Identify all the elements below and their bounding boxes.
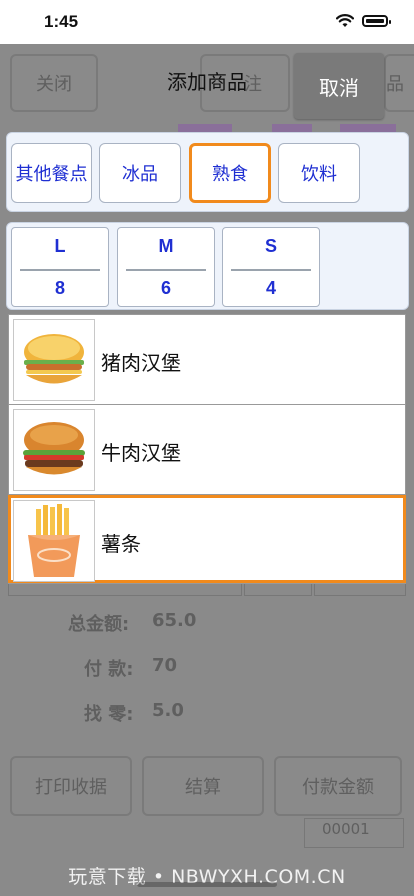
total-value: 65.0 — [152, 610, 197, 631]
size-price: 6 — [160, 278, 171, 298]
change-label: 找 零: — [84, 704, 134, 725]
total-label: 总金额: — [68, 614, 130, 635]
payment-value: 70 — [152, 655, 178, 676]
bg-obscured-text: 00001 — [322, 820, 370, 838]
size-label: L — [54, 236, 66, 256]
size-divider — [231, 269, 311, 271]
payment-label: 付 款: — [84, 659, 134, 680]
size-label: M — [158, 236, 174, 256]
category-cooked-food[interactable]: 熟食 — [189, 143, 271, 203]
beef-burger-icon — [13, 409, 95, 491]
size-panel: L 8 M 6 S 4 — [6, 222, 409, 310]
product-list: 猪肉汉堡 牛肉汉堡 薯条 — [8, 314, 406, 584]
bg-table-cell — [244, 584, 312, 596]
pork-burger-icon — [13, 319, 95, 401]
size-divider — [20, 269, 100, 271]
product-name: 牛肉汉堡 — [101, 441, 181, 465]
size-option-m[interactable]: M 6 — [117, 227, 215, 307]
category-other-meals[interactable]: 其他餐点 — [11, 143, 92, 203]
category-ice[interactable]: 冰品 — [99, 143, 181, 203]
category-drinks[interactable]: 饮料 — [278, 143, 360, 203]
product-name: 猪肉汉堡 — [101, 351, 181, 375]
product-item-selected[interactable]: 薯条 — [8, 495, 406, 583]
category-panel: 其他餐点 冰品 熟食 饮料 — [6, 132, 409, 212]
size-price: 4 — [265, 278, 276, 298]
pay-amount-button[interactable]: 付款金额 — [274, 756, 402, 816]
print-receipt-button[interactable]: 打印收据 — [10, 756, 132, 816]
size-price: 8 — [54, 278, 65, 298]
battery-icon — [362, 15, 391, 27]
checkout-button[interactable]: 结算 — [142, 756, 264, 816]
bg-table-cell — [8, 584, 242, 596]
bg-table-cell — [314, 584, 406, 596]
size-label: S — [264, 236, 277, 256]
cancel-button[interactable]: 取消 — [294, 53, 384, 119]
status-bar: 1:45 — [0, 0, 414, 44]
size-option-s[interactable]: S 4 — [222, 227, 320, 307]
change-value: 5.0 — [152, 700, 184, 721]
home-indicator — [137, 882, 277, 887]
wifi-icon — [336, 14, 354, 27]
status-time: 1:45 — [44, 12, 79, 31]
fries-icon — [13, 500, 95, 582]
product-item[interactable]: 猪肉汉堡 — [9, 315, 405, 405]
product-item[interactable]: 牛肉汉堡 — [9, 405, 405, 495]
size-option-l[interactable]: L 8 — [11, 227, 109, 307]
product-name: 薯条 — [101, 532, 141, 556]
size-divider — [126, 269, 206, 271]
